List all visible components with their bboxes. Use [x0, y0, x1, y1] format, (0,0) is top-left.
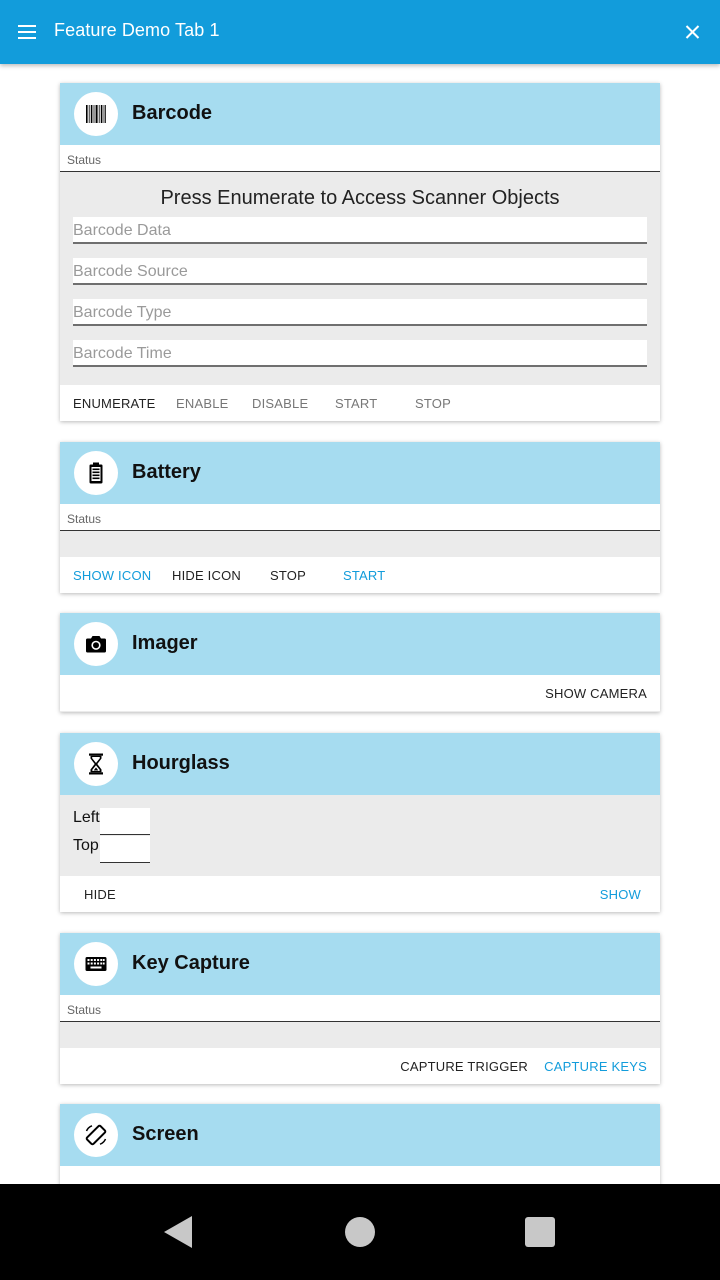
screen-rotation-icon — [74, 1113, 118, 1157]
battery-icon — [74, 451, 118, 495]
key-capture-actions: CAPTURE TRIGGER CAPTURE KEYS — [60, 1048, 660, 1084]
screen-title: Screen — [132, 1123, 199, 1145]
imager-actions: SHOW CAMERA — [60, 675, 660, 711]
capture-trigger-button[interactable]: CAPTURE TRIGGER — [400, 1059, 528, 1074]
barcode-type-field[interactable]: Barcode Type — [73, 299, 647, 326]
main-content[interactable]: Barcode Status Press Enumerate to Access… — [0, 64, 720, 1184]
hourglass-icon — [74, 742, 118, 786]
barcode-source-field[interactable]: Barcode Source — [73, 258, 647, 285]
barcode-status: Status — [60, 145, 660, 172]
battery-title: Battery — [132, 461, 201, 483]
page-title: Feature Demo Tab 1 — [54, 20, 220, 40]
enable-button[interactable]: ENABLE — [176, 396, 229, 411]
left-input[interactable] — [100, 808, 150, 835]
barcode-time-field[interactable]: Barcode Time — [73, 340, 647, 367]
battery-status: Status — [60, 504, 660, 531]
hide-button[interactable]: HIDE — [84, 887, 116, 902]
barcode-title: Barcode — [132, 102, 213, 124]
top-label: Top — [73, 837, 99, 854]
hourglass-actions: HIDE SHOW — [60, 876, 660, 912]
hourglass-card: Hourglass Left Top HIDE SHOW — [60, 733, 660, 912]
screen-card-header: Screen — [60, 1104, 660, 1166]
enumerate-button[interactable]: ENUMERATE — [73, 396, 155, 411]
hamburger-menu-icon[interactable] — [10, 16, 44, 48]
close-icon[interactable] — [678, 18, 706, 46]
key-capture-title: Key Capture — [132, 952, 250, 974]
battery-card: Battery Status SHOW ICON HIDE ICON STOP … — [60, 442, 660, 593]
barcode-card: Barcode Status Press Enumerate to Access… — [60, 83, 660, 421]
battery-card-header: Battery — [60, 442, 660, 504]
imager-title: Imager — [132, 632, 198, 654]
show-icon-button[interactable]: SHOW ICON — [73, 568, 151, 583]
screen-card: Screen — [60, 1104, 660, 1184]
show-button[interactable]: SHOW — [600, 887, 641, 902]
app-bar: Feature Demo Tab 1 — [0, 0, 720, 64]
barcode-icon — [74, 92, 118, 136]
battery-stop-button[interactable]: STOP — [270, 568, 306, 583]
camera-icon — [74, 622, 118, 666]
key-capture-status-label: Status — [67, 1003, 102, 1017]
barcode-enumerate-message: Press Enumerate to Access Scanner Object… — [160, 187, 560, 209]
barcode-data-field[interactable]: Barcode Data — [73, 217, 647, 244]
keyboard-icon — [74, 942, 118, 986]
system-nav-bar — [0, 1184, 720, 1280]
imager-card-header: Imager — [60, 613, 660, 675]
hide-icon-button[interactable]: HIDE ICON — [172, 568, 241, 583]
back-icon[interactable] — [164, 1216, 192, 1248]
key-capture-card: Key Capture Status CAPTURE TRIGGER CAPTU… — [60, 933, 660, 1084]
hourglass-title: Hourglass — [132, 752, 230, 774]
top-input[interactable] — [100, 836, 150, 863]
capture-keys-button[interactable]: CAPTURE KEYS — [544, 1059, 647, 1074]
recents-icon[interactable] — [525, 1217, 555, 1247]
battery-actions: SHOW ICON HIDE ICON STOP START — [60, 557, 660, 593]
home-icon[interactable] — [345, 1217, 375, 1247]
key-capture-card-header: Key Capture — [60, 933, 660, 995]
barcode-start-button[interactable]: START — [335, 396, 377, 411]
disable-button[interactable]: DISABLE — [252, 396, 308, 411]
imager-card: Imager SHOW CAMERA — [60, 613, 660, 712]
hourglass-card-header: Hourglass — [60, 733, 660, 795]
battery-start-button[interactable]: START — [343, 568, 385, 583]
left-label: Left — [73, 809, 100, 826]
barcode-status-label: Status — [67, 153, 102, 167]
key-capture-status: Status — [60, 995, 660, 1022]
barcode-card-header: Barcode — [60, 83, 660, 145]
battery-status-label: Status — [67, 512, 102, 526]
show-camera-button[interactable]: SHOW CAMERA — [545, 686, 647, 701]
barcode-actions: ENUMERATE ENABLE DISABLE START STOP — [60, 385, 660, 421]
barcode-stop-button[interactable]: STOP — [415, 396, 451, 411]
